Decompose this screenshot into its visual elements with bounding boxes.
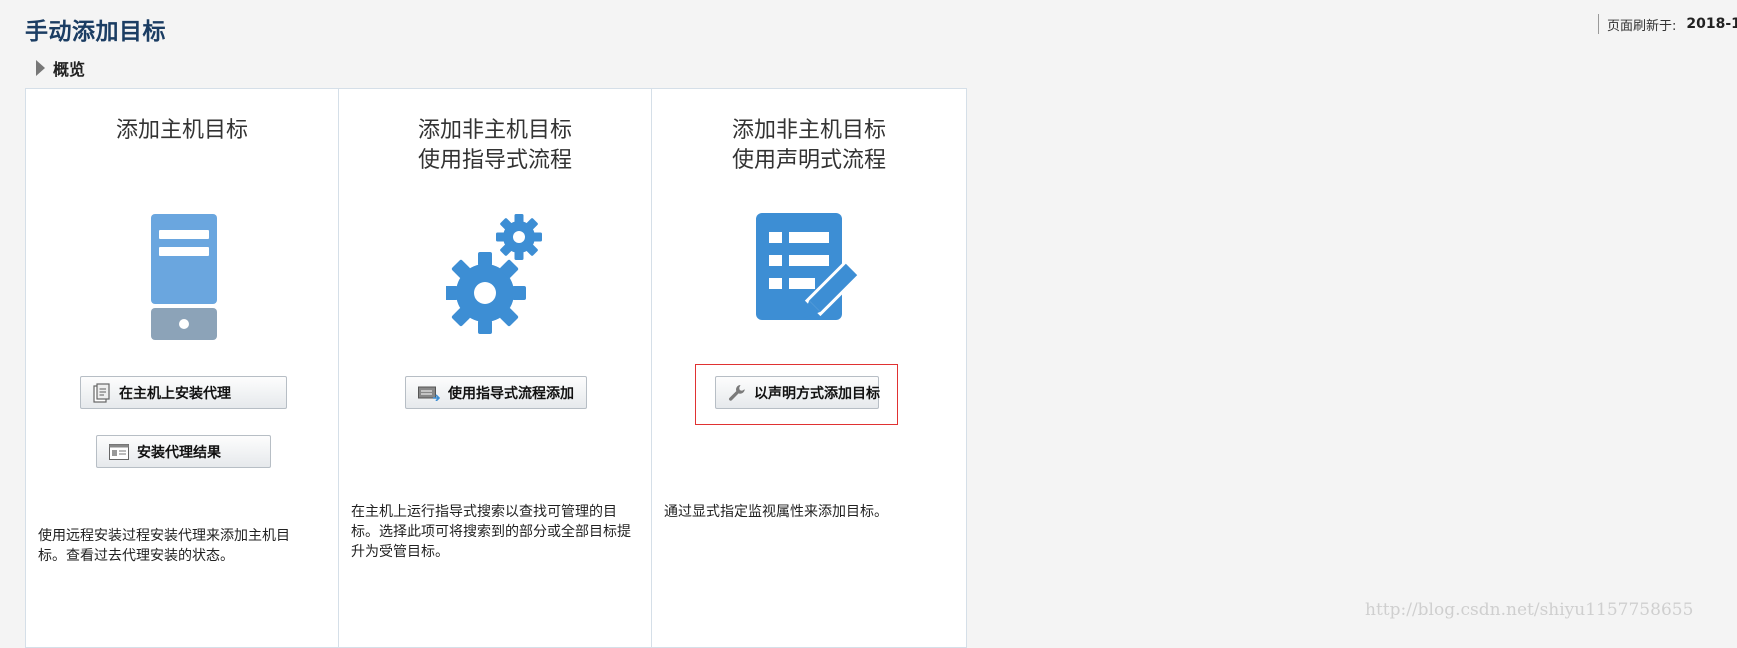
form-edit-icon	[756, 213, 862, 320]
refresh-timestamp: 2018-1	[1686, 16, 1737, 32]
guided-add-button[interactable]: 使用指导式流程添加	[405, 376, 587, 409]
page-title: 手动添加目标	[25, 19, 166, 45]
collapse-triangle-icon	[36, 60, 45, 76]
guided-add-icon	[418, 386, 440, 401]
watermark: http://blog.csdn.net/shiyu1157758655	[1365, 600, 1694, 620]
panel-add-nonhost-guided: 添加非主机目标 使用指导式流程 使用指导式流程添加 在主机上运行指导式搜索以查找…	[338, 88, 651, 648]
panel-description: 在主机上运行指导式搜索以查找可管理的目标。选择此项可将搜索到的部分或全部目标提升…	[351, 504, 631, 560]
panel-title-line: 添加非主机目标	[731, 118, 886, 143]
overview-label: 概览	[53, 60, 86, 79]
refresh-label: 页面刷新于:	[1607, 18, 1677, 34]
page-refresh-info: 页面刷新于: 2018-1	[1598, 14, 1737, 34]
install-agent-button[interactable]: 在主机上安装代理	[80, 376, 287, 409]
gears-icon	[446, 214, 542, 334]
guided-add-label: 使用指导式流程添加	[448, 385, 574, 402]
declarative-add-button[interactable]: 以声明方式添加目标	[715, 376, 880, 409]
install-agent-label: 在主机上安装代理	[119, 385, 231, 402]
panel-title-line: 使用声明式流程	[731, 148, 886, 173]
agent-results-button[interactable]: 安装代理结果	[96, 435, 271, 468]
panel-title: 添加主机目标	[26, 116, 338, 146]
panel-add-host-target: 添加主机目标 在主机上安装代理 安装代理结果 使用远程安装过程安装代理来添加主机…	[25, 88, 338, 648]
wrench-icon	[729, 384, 745, 401]
panel-add-nonhost-declarative: 添加非主机目标 使用声明式流程 以声明方式添加目标 通过显式指定监视属性来添加目…	[651, 88, 967, 648]
panel-title: 添加非主机目标 使用指导式流程	[339, 116, 651, 176]
install-agent-icon	[93, 382, 110, 403]
panel-description: 通过显式指定监视属性来添加目标。	[664, 504, 888, 520]
add-target-panels: 添加主机目标 在主机上安装代理 安装代理结果 使用远程安装过程安装代理来添加主机…	[25, 88, 967, 648]
results-icon	[109, 443, 129, 460]
panel-description: 使用远程安装过程安装代理来添加主机目标。查看过去代理安装的状态。	[38, 528, 290, 564]
panel-title-line: 添加主机目标	[115, 118, 248, 143]
panel-title: 添加非主机目标 使用声明式流程	[652, 116, 966, 176]
panel-title-line: 添加非主机目标	[417, 118, 572, 143]
agent-results-label: 安装代理结果	[137, 444, 221, 461]
declarative-add-label: 以声明方式添加目标	[754, 385, 880, 402]
server-icon	[151, 214, 217, 340]
overview-toggle[interactable]: 概览	[36, 56, 85, 80]
panel-title-line: 使用指导式流程	[417, 148, 572, 173]
